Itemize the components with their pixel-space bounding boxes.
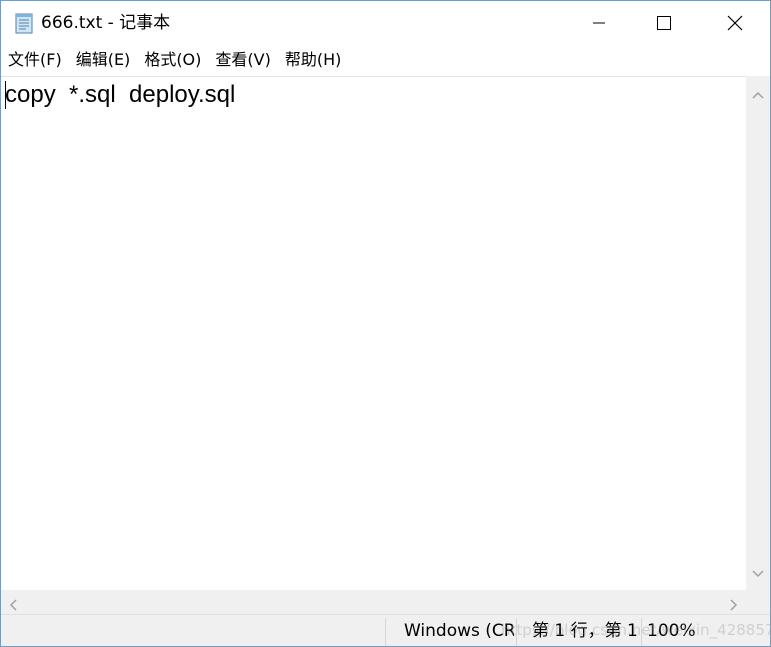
menu-bar: 文件(F) 编辑(E) 格式(O) 查看(V) 帮助(H) [1,45,770,75]
menu-edit[interactable]: 编辑(E) [69,45,138,75]
menu-view[interactable]: 查看(V) [208,45,277,75]
status-divider [385,618,386,646]
scroll-down-icon[interactable] [752,563,764,582]
window-title: 666.txt - 记事本 [41,13,171,33]
menu-file[interactable]: 文件(F) [1,45,69,75]
horizontal-scrollbar[interactable] [1,590,746,614]
menu-help[interactable]: 帮助(H) [278,45,349,75]
maximize-icon [656,15,672,31]
text-caret [5,81,6,109]
editor-content[interactable]: copy *.sql deploy.sql [5,80,235,110]
scrollbar-corner [746,590,770,614]
notepad-window: 666.txt - 记事本 文件(F) 编辑(E) 格式(O) 查看(V) 帮助… [0,0,771,647]
status-zoom: 100% [647,621,696,641]
minimize-icon [591,15,607,31]
status-bar: Windows (CRLF) 第 1 行，第 1 列 100% https://… [1,614,770,646]
scroll-right-icon[interactable] [730,596,738,615]
menu-format[interactable]: 格式(O) [137,45,208,75]
scroll-up-icon[interactable] [752,84,764,103]
close-icon [727,15,743,31]
minimize-button[interactable] [564,1,634,45]
maximize-button[interactable] [629,1,699,45]
scroll-left-icon[interactable] [9,596,17,615]
title-bar[interactable]: 666.txt - 记事本 [1,1,770,45]
status-encoding: Windows (CRLF) [404,621,514,641]
close-button[interactable] [700,1,770,45]
vertical-scrollbar[interactable] [746,76,770,590]
status-divider [516,618,517,646]
status-cursor-position: 第 1 行，第 1 列 [532,621,637,641]
notepad-icon [13,12,35,34]
text-editor[interactable]: copy *.sql deploy.sql [1,76,746,591]
status-divider [641,618,642,646]
